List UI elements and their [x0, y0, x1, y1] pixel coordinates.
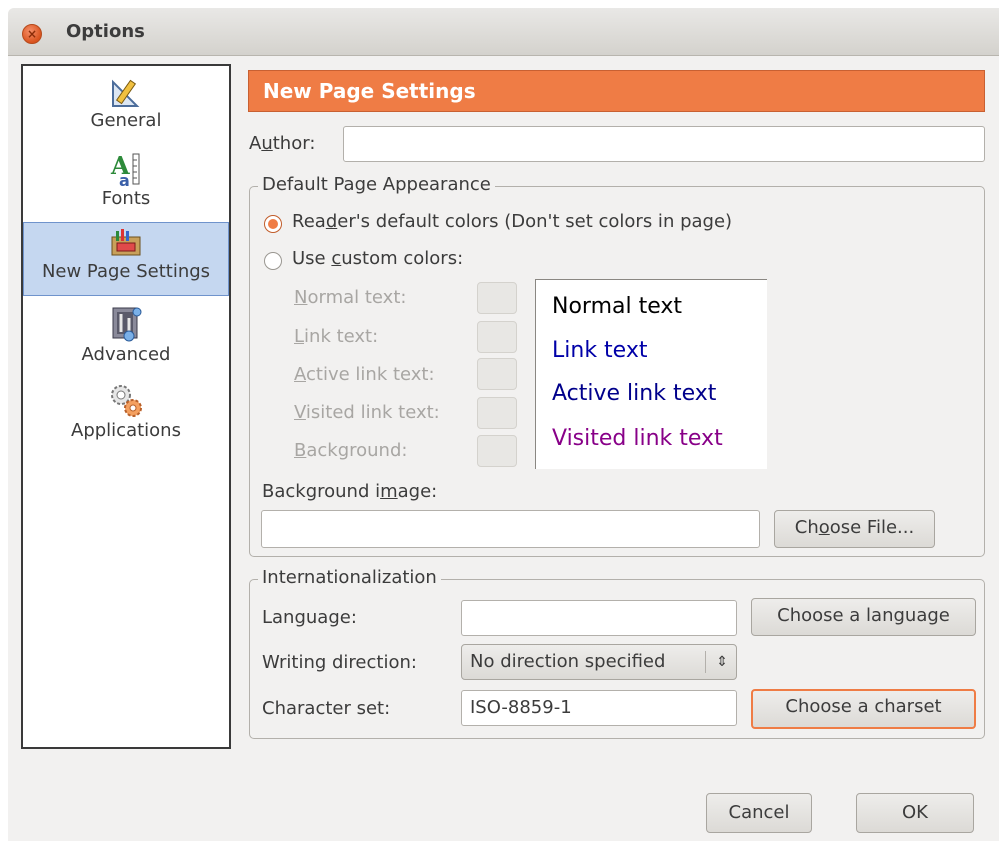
sidebar-item-applications[interactable]: Applications	[23, 382, 229, 452]
sidebar-item-label: Fonts	[101, 188, 151, 209]
visited-link-text-label: Visited link text:	[294, 402, 440, 423]
custom-colors-radio[interactable]	[264, 252, 282, 270]
background-image-input[interactable]	[261, 510, 760, 548]
author-label: Author:	[249, 133, 316, 154]
link-text-label: Link text:	[294, 326, 379, 347]
preview-link-text: Link text	[552, 338, 648, 363]
category-list: General A a Fonts New Page Settings Adva…	[21, 64, 231, 749]
writing-direction-value: No direction specified	[470, 651, 666, 672]
title-bar: × Options	[8, 8, 999, 56]
language-label: Language:	[262, 607, 357, 628]
svg-text:a: a	[119, 171, 130, 188]
preview-active-link-text: Active link text	[552, 381, 717, 406]
active-link-color-button[interactable]	[477, 358, 517, 390]
sidebar-item-label: General	[90, 110, 162, 131]
background-color-button[interactable]	[477, 435, 517, 467]
link-text-color-button[interactable]	[477, 321, 517, 353]
author-input[interactable]	[343, 126, 985, 162]
sidebar-item-label: Applications	[71, 420, 181, 441]
sidebar-item-label: New Page Settings	[41, 261, 211, 282]
window-title: Options	[66, 21, 145, 42]
preview-visited-link-text: Visited link text	[552, 426, 723, 451]
language-input[interactable]	[461, 600, 737, 636]
background-image-label: Background image:	[262, 481, 438, 502]
advanced-icon	[112, 307, 142, 342]
character-set-input[interactable]: ISO-8859-1	[461, 690, 737, 726]
gears-icon	[111, 385, 142, 417]
ok-button[interactable]: OK	[856, 793, 974, 833]
choose-language-button[interactable]: Choose a language	[751, 598, 976, 636]
sidebar-item-fonts[interactable]: A a Fonts	[23, 150, 229, 216]
page-title: New Page Settings	[248, 70, 985, 112]
normal-text-color-button[interactable]	[477, 282, 517, 314]
choose-charset-button[interactable]: Choose a charset	[751, 689, 976, 729]
fonts-icon: A a	[110, 151, 140, 188]
choose-file-button[interactable]: Choose File...	[774, 510, 935, 548]
i18n-group-title: Internationalization	[258, 567, 441, 588]
sidebar-item-advanced[interactable]: Advanced	[23, 304, 229, 374]
preview-normal-text: Normal text	[552, 294, 683, 319]
custom-colors-label[interactable]: Use custom colors:	[292, 248, 463, 269]
close-icon[interactable]: ×	[22, 24, 42, 44]
appearance-group-title: Default Page Appearance	[258, 174, 495, 195]
color-preview: Normal text Link text Active link text V…	[535, 279, 767, 469]
writing-direction-select[interactable]: No direction specified ⇕	[461, 644, 737, 680]
spin-arrows-icon: ⇕	[716, 654, 728, 670]
background-label: Background:	[294, 440, 408, 461]
sidebar-item-general[interactable]: General	[23, 76, 229, 146]
paint-box-icon	[111, 229, 141, 256]
default-colors-label[interactable]: Reader's default colors (Don't set color…	[292, 211, 732, 232]
writing-direction-label: Writing direction:	[262, 652, 417, 673]
visited-link-color-button[interactable]	[477, 397, 517, 429]
cancel-button[interactable]: Cancel	[706, 793, 812, 833]
sidebar-item-new-page-settings[interactable]: New Page Settings	[23, 222, 229, 296]
pencil-ruler-icon	[112, 79, 140, 107]
sidebar-item-label: Advanced	[81, 344, 171, 365]
options-window: × Options General A a Fonts New Page Set…	[8, 8, 999, 841]
active-link-text-label: Active link text:	[294, 364, 435, 385]
default-colors-radio[interactable]	[264, 215, 282, 233]
normal-text-label: Normal text:	[294, 287, 407, 308]
character-set-label: Character set:	[262, 698, 391, 719]
